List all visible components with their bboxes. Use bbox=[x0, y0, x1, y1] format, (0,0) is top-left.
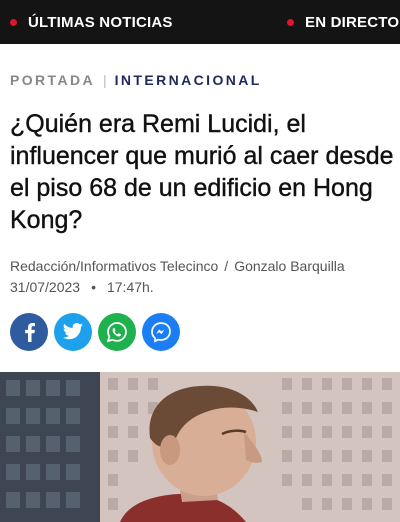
red-dot-icon bbox=[10, 18, 17, 26]
article-title: ¿Quién era Remi Lucidi, el influencer qu… bbox=[10, 110, 394, 234]
facebook-icon bbox=[25, 323, 35, 342]
whatsapp-icon bbox=[106, 322, 127, 343]
article-hero-image bbox=[0, 372, 400, 522]
article-author[interactable]: Gonzalo Barquilla bbox=[234, 258, 345, 274]
share-buttons bbox=[10, 313, 186, 351]
twitter-icon bbox=[62, 323, 84, 340]
byline-separator: / bbox=[224, 258, 229, 274]
article-source: Redacción/Informativos Telecinco bbox=[10, 258, 219, 274]
live-label: EN DIRECTO bbox=[305, 13, 400, 31]
messenger-share-button[interactable] bbox=[142, 313, 180, 351]
messenger-icon bbox=[151, 322, 171, 343]
facebook-share-button[interactable] bbox=[10, 313, 48, 351]
whatsapp-share-button[interactable] bbox=[98, 313, 136, 351]
live-link[interactable]: EN DIRECTO bbox=[287, 14, 399, 31]
breadcrumb-category[interactable]: INTERNACIONAL bbox=[115, 72, 262, 88]
top-bar: ÚLTIMAS NOTICIAS EN DIRECTO bbox=[0, 0, 400, 44]
breadcrumb-home[interactable]: PORTADA bbox=[10, 72, 95, 88]
article-date: 31/07/2023 bbox=[10, 279, 81, 295]
breadcrumb: PORTADA | INTERNACIONAL bbox=[10, 72, 262, 88]
article-time: 17:47h. bbox=[106, 279, 154, 295]
article-byline: Redacción/Informativos Telecinco / Gonzalo… bbox=[10, 256, 395, 298]
hero-photo bbox=[0, 372, 400, 522]
red-dot-icon bbox=[287, 18, 294, 26]
breadcrumb-separator: | bbox=[102, 72, 107, 88]
byline-bullet: • bbox=[91, 279, 96, 295]
twitter-share-button[interactable] bbox=[54, 313, 92, 351]
latest-news-label: ÚLTIMAS NOTICIAS bbox=[28, 13, 173, 31]
latest-news-link[interactable]: ÚLTIMAS NOTICIAS bbox=[10, 14, 173, 31]
